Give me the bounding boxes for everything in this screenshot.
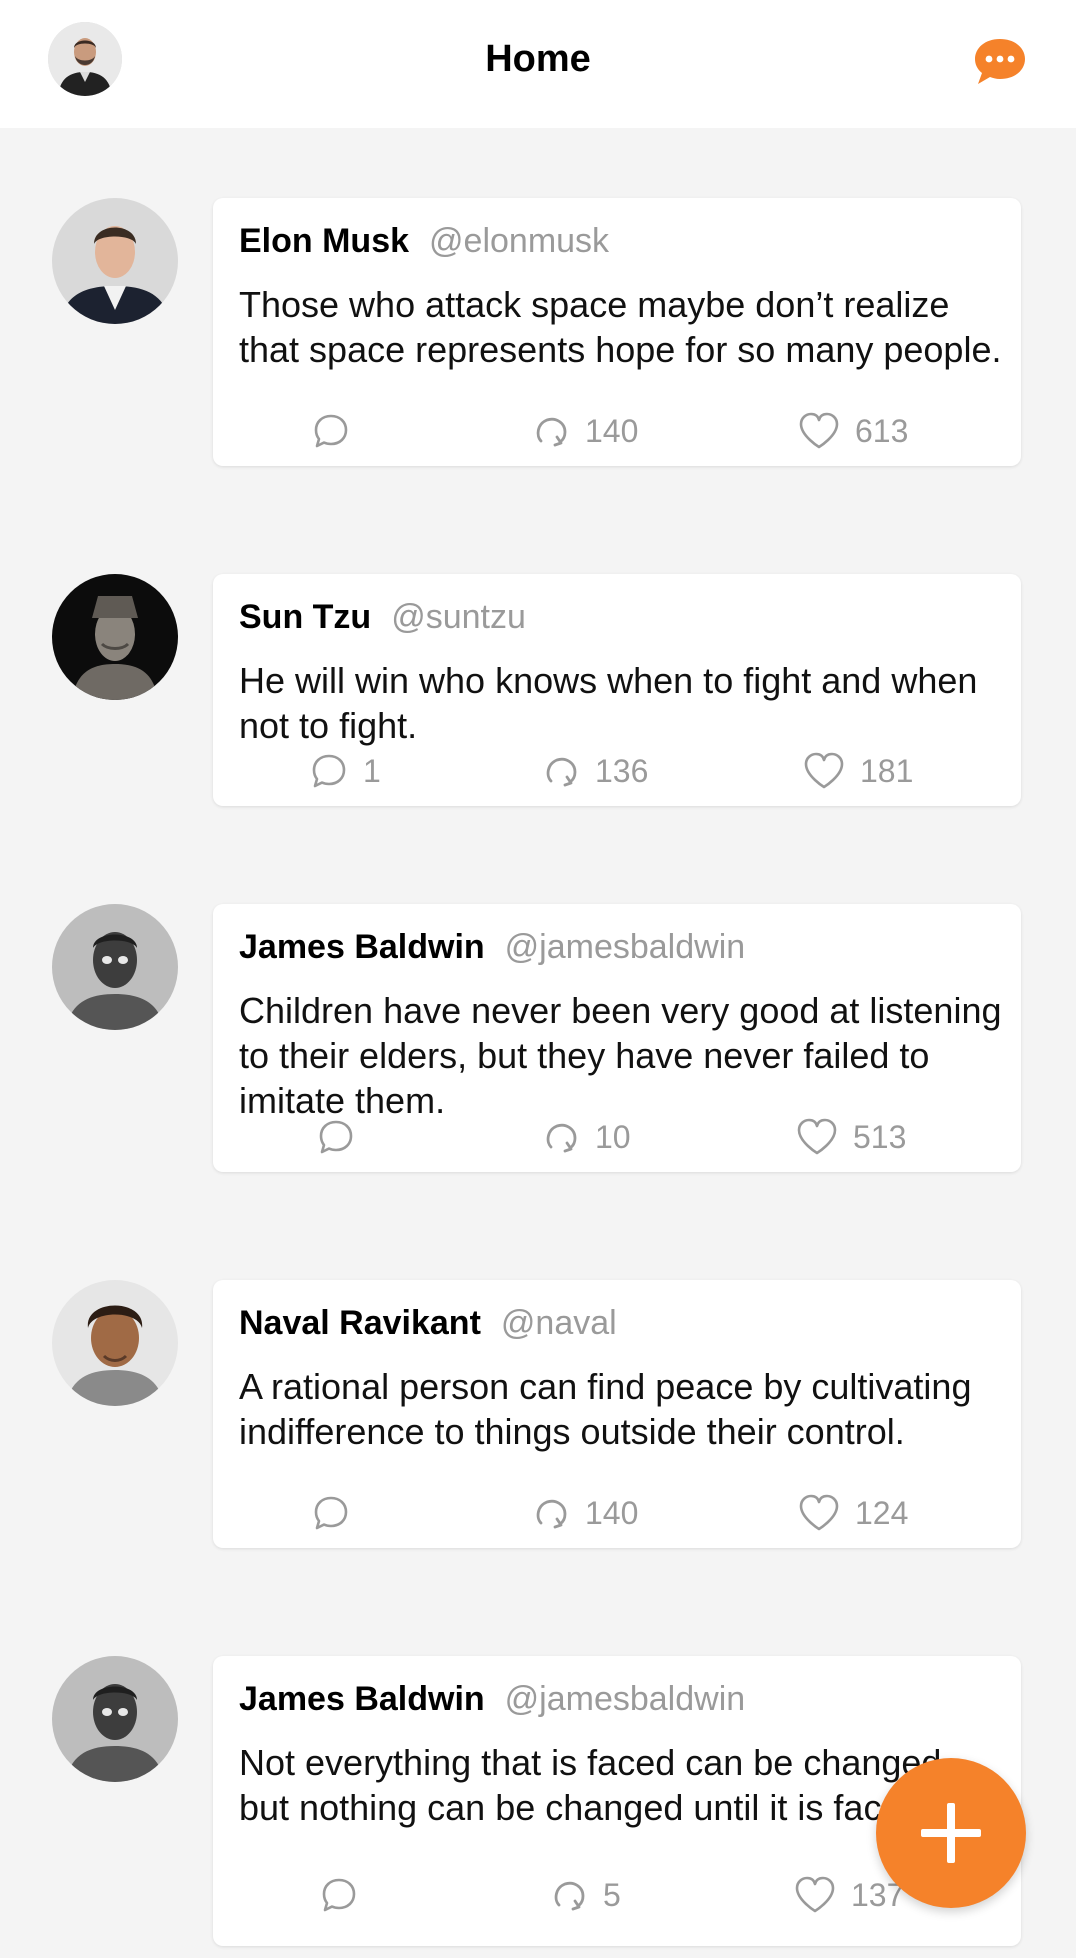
page-title: Home xyxy=(485,38,591,80)
messages-button[interactable] xyxy=(972,36,1028,88)
heart-icon xyxy=(795,1876,835,1913)
tweet-header: Elon Musk @elonmusk xyxy=(239,222,609,261)
reply-button[interactable] xyxy=(311,1488,365,1538)
avatar[interactable] xyxy=(52,1656,178,1782)
comment-icon xyxy=(314,1496,348,1530)
author-name[interactable]: Sun Tzu xyxy=(239,598,371,636)
comment-icon xyxy=(322,1878,356,1912)
tweet-card[interactable]: Elon Musk @elonmusk Those who attack spac… xyxy=(213,198,1021,466)
tweet-header: James Baldwin @jamesbaldwin xyxy=(239,928,745,967)
tweet-card[interactable]: James Baldwin @jamesbaldwin Children have… xyxy=(213,904,1021,1172)
like-button[interactable]: 124 xyxy=(797,1488,908,1538)
top-bar: Home xyxy=(0,0,1076,128)
author-name[interactable]: Naval Ravikant xyxy=(239,1304,481,1342)
retweet-count: 140 xyxy=(585,1494,639,1531)
like-button[interactable]: 513 xyxy=(795,1112,906,1162)
retweet-count: 10 xyxy=(595,1118,631,1155)
retweet-count: 5 xyxy=(603,1876,621,1913)
reply-button[interactable] xyxy=(311,406,365,456)
retweet-button[interactable]: 140 xyxy=(531,1488,638,1538)
avatar[interactable] xyxy=(52,574,178,700)
like-count: 613 xyxy=(855,412,909,449)
comment-icon xyxy=(312,754,346,788)
tweet-text: Children have never been very good at li… xyxy=(239,990,1002,1121)
author-handle[interactable]: @naval xyxy=(501,1304,617,1342)
tweet-text: A rational person can find peace by cult… xyxy=(239,1366,972,1452)
retweet-icon xyxy=(546,757,577,787)
reply-button[interactable]: 1 xyxy=(309,746,381,796)
retweet-button[interactable]: 10 xyxy=(541,1112,631,1162)
author-name[interactable]: James Baldwin xyxy=(239,928,485,966)
reply-button[interactable] xyxy=(319,1870,373,1920)
heart-icon xyxy=(799,412,839,449)
avatar[interactable] xyxy=(52,1280,178,1406)
comment-icon xyxy=(319,1120,353,1154)
compose-button[interactable] xyxy=(876,1758,1026,1908)
tweet-header: Sun Tzu @suntzu xyxy=(239,598,526,637)
author-handle[interactable]: @elonmusk xyxy=(429,222,609,260)
tweet-header: James Baldwin @jamesbaldwin xyxy=(239,1680,745,1719)
retweet-icon xyxy=(554,1881,585,1911)
retweet-icon xyxy=(546,1123,577,1153)
retweet-button[interactable]: 140 xyxy=(531,406,638,456)
tweet-text: He will win who knows when to fight and … xyxy=(239,660,978,746)
tweet-actions: 140 613 xyxy=(213,406,1021,456)
retweet-icon xyxy=(536,1499,567,1529)
tweet-actions: 10 513 xyxy=(213,1112,1021,1162)
like-count: 124 xyxy=(855,1494,909,1531)
plus-icon xyxy=(921,1803,981,1863)
avatar[interactable] xyxy=(52,198,178,324)
author-handle[interactable]: @jamesbaldwin xyxy=(505,928,746,966)
author-name[interactable]: Elon Musk xyxy=(239,222,409,260)
heart-icon xyxy=(799,1494,839,1531)
like-button[interactable]: 613 xyxy=(797,406,908,456)
reply-count: 1 xyxy=(363,752,381,789)
author-name[interactable]: James Baldwin xyxy=(239,1680,485,1718)
retweet-icon xyxy=(536,417,567,447)
retweet-count: 140 xyxy=(585,412,639,449)
retweet-button[interactable]: 5 xyxy=(549,1870,621,1920)
avatar[interactable] xyxy=(52,904,178,1030)
chat-bubble-icon xyxy=(975,39,1025,84)
author-handle[interactable]: @jamesbaldwin xyxy=(505,1680,746,1718)
reply-button[interactable] xyxy=(316,1112,370,1162)
like-count: 181 xyxy=(860,752,914,789)
retweet-count: 136 xyxy=(595,752,649,789)
tweet-actions: 140 124 xyxy=(213,1488,1021,1538)
tweet-header: Naval Ravikant @naval xyxy=(239,1304,617,1343)
heart-icon xyxy=(804,752,844,789)
tweet-card[interactable]: Naval Ravikant @naval A rational person c… xyxy=(213,1280,1021,1548)
like-button[interactable]: 181 xyxy=(802,746,913,796)
retweet-button[interactable]: 136 xyxy=(541,746,648,796)
heart-icon xyxy=(797,1118,837,1155)
comment-icon xyxy=(314,414,348,448)
tweet-text: Those who attack space maybe don’t reali… xyxy=(239,284,1002,370)
tweet-actions: 1 136 181 xyxy=(213,746,1021,796)
author-handle[interactable]: @suntzu xyxy=(391,598,526,636)
like-count: 513 xyxy=(853,1118,907,1155)
tweet-card[interactable]: Sun Tzu @suntzu He will win who knows whe… xyxy=(213,574,1021,806)
